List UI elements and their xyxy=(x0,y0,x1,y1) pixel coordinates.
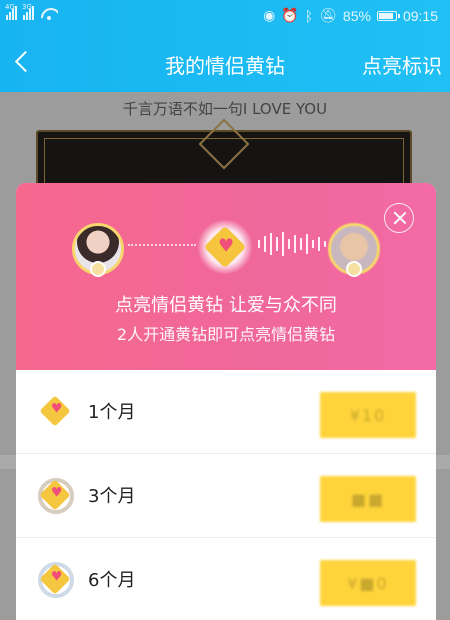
avatar-badge-icon xyxy=(90,261,106,277)
couple-diamond-icon xyxy=(194,220,256,276)
modal-banner: 点亮情侣黄钻 让爱与众不同 2人开通黄钻即可点亮情侣黄钻 xyxy=(16,183,436,370)
sim1-label: 4G xyxy=(5,3,15,11)
signal-icon-2: 3G xyxy=(22,3,34,20)
modal-subline: 2人开通黄钻即可点亮情侣黄钻 xyxy=(116,325,336,344)
option-row-6-months[interactable]: 6个月 ¥■0 xyxy=(16,538,436,620)
clock: 09:15 xyxy=(402,7,438,24)
sound-wave-icon xyxy=(258,231,326,257)
avatar-badge-icon xyxy=(346,261,362,277)
modal-headline: 点亮情侣黄钻 让爱与众不同 xyxy=(115,295,337,316)
bluetooth-icon: ᛒ xyxy=(304,7,314,24)
eye-icon: ◉ xyxy=(263,7,276,23)
couple-diamond-modal: 点亮情侣黄钻 让爱与众不同 2人开通黄钻即可点亮情侣黄钻 1个月 ¥10 3个月… xyxy=(16,183,436,620)
price-button[interactable]: ¥■0 xyxy=(320,560,416,606)
signal-group: 4G 3G xyxy=(5,3,58,20)
status-bar: 4G 3G ◉ ⏰ ᛒ 🔕︎ 85% 09:15 xyxy=(0,0,450,32)
option-label: 1个月 xyxy=(88,402,136,423)
option-label: 3个月 xyxy=(88,486,136,507)
mute-icon: 🔕︎ xyxy=(319,7,337,23)
battery-icon xyxy=(376,10,400,21)
close-icon[interactable] xyxy=(384,203,414,233)
battery-percent: 85% xyxy=(342,7,371,24)
background-caption: 千言万语不如一句I LOVE YOU xyxy=(122,100,328,118)
status-right: ◉ ⏰ ᛒ 🔕︎ 85% 09:15 xyxy=(263,7,438,24)
price-button[interactable]: ¥10 xyxy=(320,392,416,438)
sim2-label: 3G xyxy=(22,3,32,11)
silver-wreath-diamond-icon xyxy=(38,562,74,598)
light-badge-button[interactable]: 点亮标识 xyxy=(362,50,442,79)
app-header: 我的情侣黄钻 点亮标识 xyxy=(0,32,450,92)
option-row-1-month[interactable]: 1个月 ¥10 xyxy=(16,370,436,454)
bronze-wreath-diamond-icon xyxy=(38,478,74,514)
dotted-connector xyxy=(128,244,196,246)
option-label: 6个月 xyxy=(88,570,136,591)
yellow-diamond-icon xyxy=(38,394,74,430)
option-row-3-months[interactable]: 3个月 ■■ xyxy=(16,454,436,538)
signal-icon: 4G xyxy=(5,3,17,20)
price-button[interactable]: ■■ xyxy=(320,476,416,522)
alarm-icon: ⏰ xyxy=(281,7,299,23)
wifi-icon xyxy=(40,6,58,20)
